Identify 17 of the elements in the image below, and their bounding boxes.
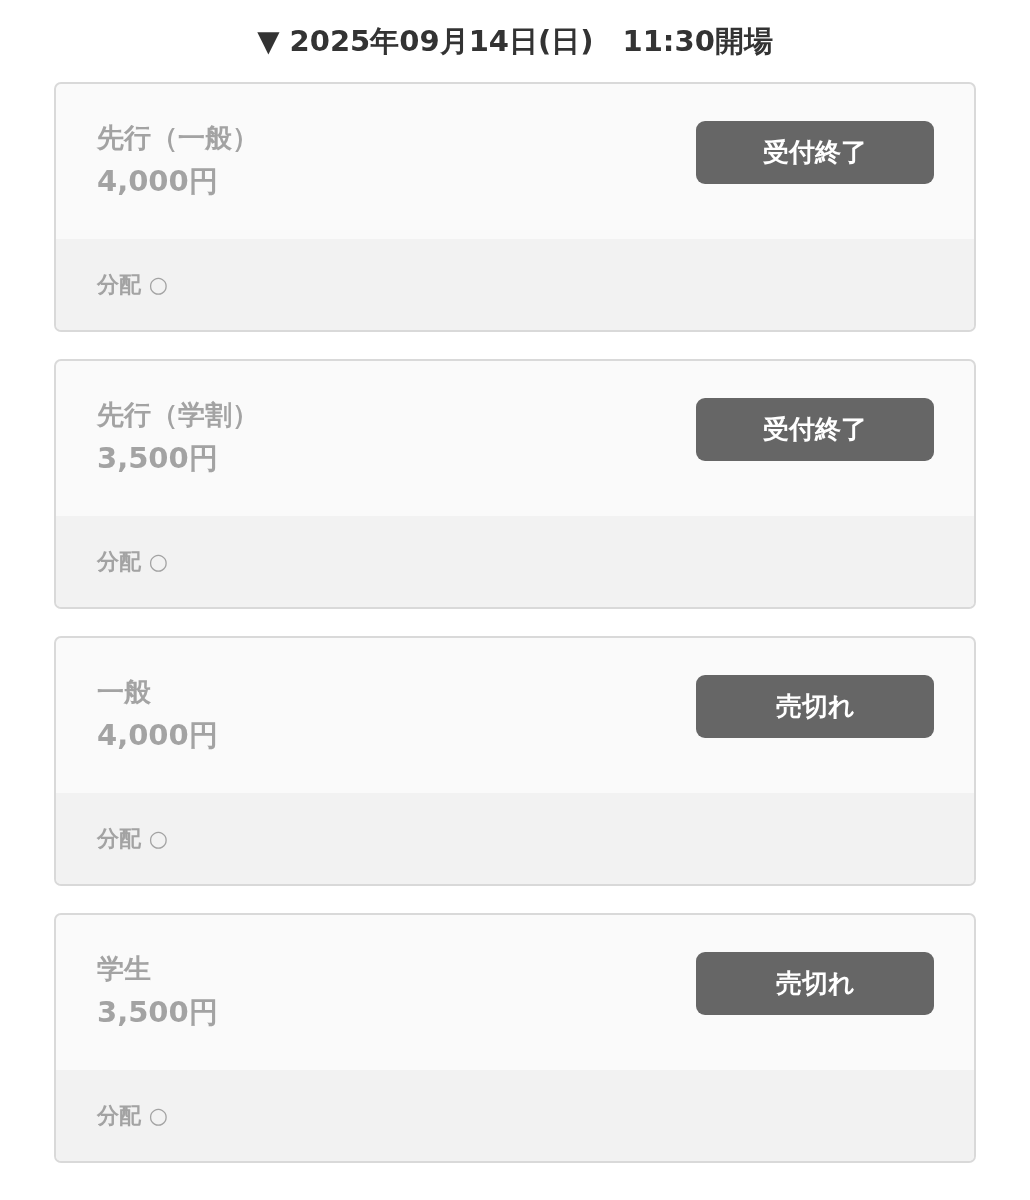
- ticket-price: 4,000円: [97, 162, 219, 200]
- allocation-label: 分配 ○: [97, 824, 168, 853]
- allocation-label: 分配 ○: [97, 270, 168, 299]
- ticket-price: 4,000円: [97, 716, 218, 754]
- date-heading: ▼ 2025年09月14日(日) 11:30開場: [257, 23, 773, 60]
- allocation-label: 分配 ○: [97, 1101, 168, 1130]
- allocation-label: 分配 ○: [97, 547, 168, 576]
- status-button[interactable]: 受付終了: [696, 121, 934, 184]
- status-button[interactable]: 受付終了: [696, 398, 934, 461]
- status-button[interactable]: 売切れ: [696, 675, 934, 738]
- ticket-name: 先行（一般）: [97, 120, 259, 155]
- ticket-price: 3,500円: [97, 993, 218, 1031]
- ticket-price: 3,500円: [97, 439, 219, 477]
- ticket-name: 学生: [97, 951, 152, 986]
- ticket-name: 一般: [97, 674, 152, 709]
- ticket-name: 先行（学割）: [97, 397, 259, 432]
- status-button[interactable]: 売切れ: [696, 952, 934, 1015]
